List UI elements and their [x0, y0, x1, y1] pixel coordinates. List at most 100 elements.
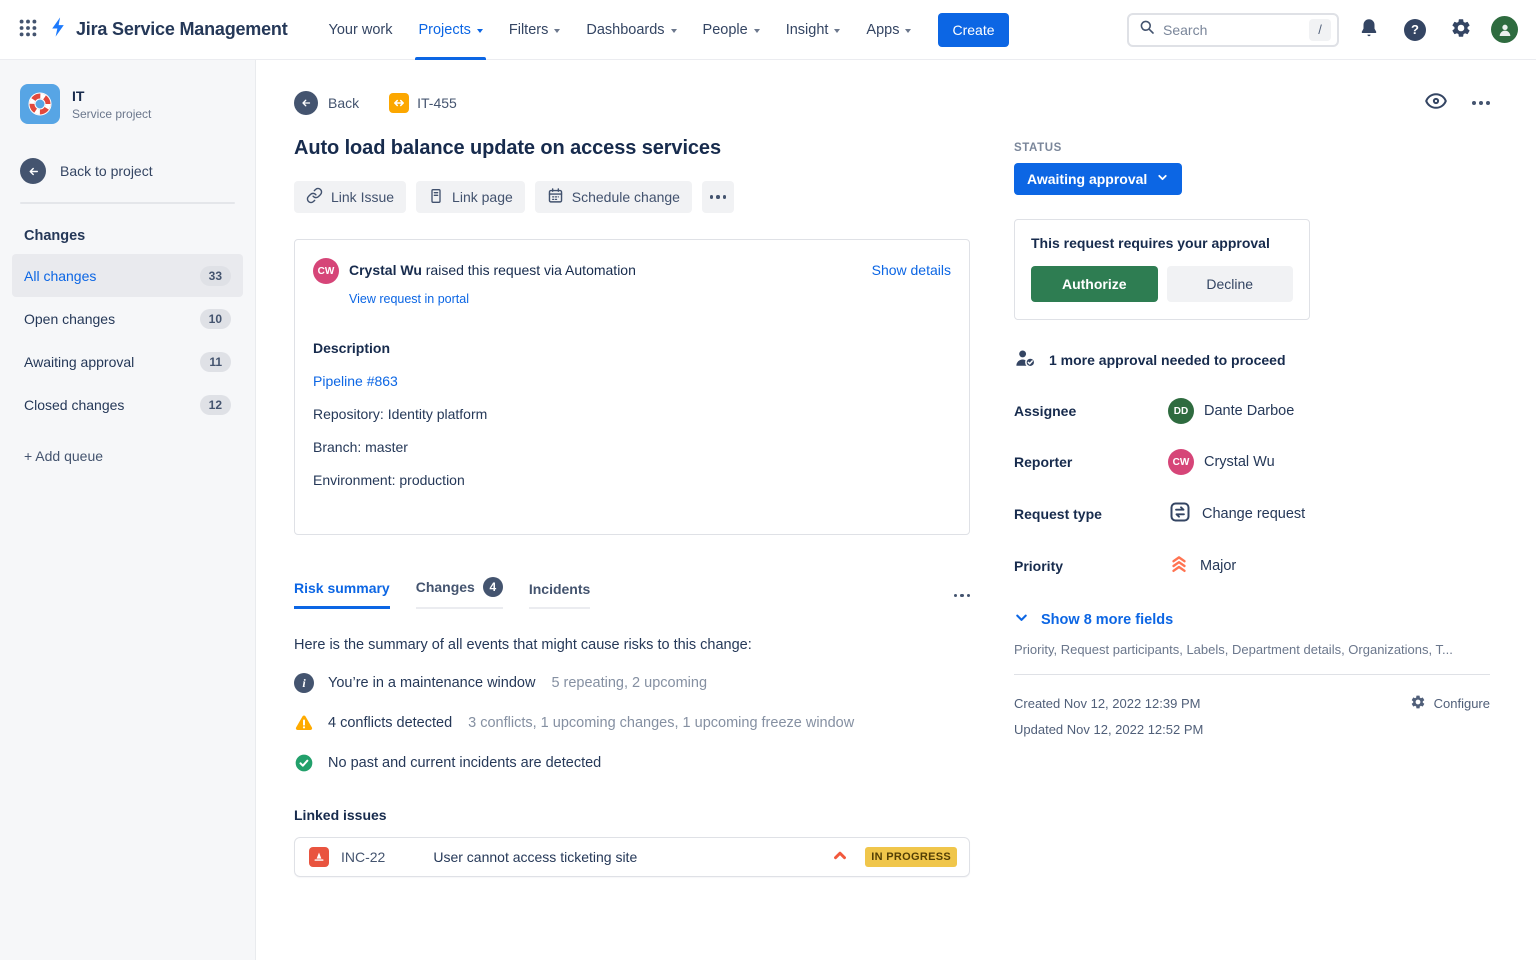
page-icon — [428, 188, 444, 207]
priority-value: Major — [1168, 553, 1236, 579]
sidebar-item-all-changes[interactable]: All changes 33 — [12, 254, 243, 297]
link-icon — [306, 187, 323, 207]
risk-item-conflicts: 4 conflicts detected 3 conflicts, 1 upco… — [294, 713, 970, 733]
global-search[interactable]: / — [1127, 13, 1339, 47]
linked-issue-key[interactable]: INC-22 — [341, 849, 385, 865]
created-timestamp: Created Nov 12, 2022 12:39 PM — [1014, 696, 1200, 711]
risk-item-incidents: No past and current incidents are detect… — [294, 753, 970, 773]
app-window: Jira Service Management Your work Projec… — [0, 0, 1536, 960]
search-icon — [1139, 19, 1155, 40]
chevron-up-icon — [831, 846, 849, 869]
nav-your-work[interactable]: Your work — [316, 0, 406, 60]
chevron-down-icon — [834, 29, 840, 33]
more-icon — [710, 195, 727, 199]
configure-button[interactable]: Configure — [1410, 694, 1490, 713]
risk-summary-intro: Here is the summary of all events that m… — [294, 637, 970, 653]
issue-actions: Link Issue Link page Schedule change — [294, 181, 970, 213]
tab-risk-summary[interactable]: Risk summary — [294, 580, 390, 609]
watch-button[interactable] — [1424, 89, 1448, 118]
link-issue-button[interactable]: Link Issue — [294, 181, 406, 213]
updated-timestamp: Updated Nov 12, 2022 12:52 PM — [1014, 722, 1490, 737]
issue-key: IT-455 — [417, 95, 457, 111]
more-icon — [1472, 101, 1490, 105]
help-icon: ? — [1404, 19, 1426, 41]
tab-changes[interactable]: Changes 4 — [416, 577, 503, 609]
avatar: CW — [1168, 449, 1194, 475]
linked-issues-title: Linked issues — [294, 807, 970, 823]
nav-filters[interactable]: Filters — [496, 0, 573, 60]
avatar: DD — [1168, 398, 1194, 424]
navbar-right: / ? — [1127, 13, 1518, 47]
description-line: Branch: master — [313, 439, 951, 455]
chevron-down-icon — [554, 29, 560, 33]
description-title: Description — [313, 340, 951, 356]
description-line: Environment: production — [313, 472, 951, 488]
back-to-project[interactable]: Back to project — [20, 158, 243, 184]
notifications-icon — [1358, 17, 1380, 42]
nav-people[interactable]: People — [690, 0, 773, 60]
queue-count-badge: 12 — [200, 395, 231, 415]
chevron-down-icon — [1014, 610, 1029, 629]
more-fields-preview: Priority, Request participants, Labels, … — [1014, 642, 1490, 657]
more-icon — [954, 594, 971, 598]
warning-icon — [294, 713, 314, 733]
status-dropdown[interactable]: Awaiting approval — [1014, 163, 1182, 195]
add-queue-button[interactable]: + Add queue — [24, 448, 103, 464]
pipeline-link[interactable]: Pipeline #863 — [313, 373, 951, 389]
approval-card: This request requires your approval Auth… — [1014, 219, 1310, 320]
authorize-button[interactable]: Authorize — [1031, 266, 1158, 302]
sidebar-item-open-changes[interactable]: Open changes 10 — [12, 297, 243, 340]
show-details-link[interactable]: Show details — [872, 258, 951, 278]
help-button[interactable]: ? — [1399, 14, 1431, 46]
linked-issue-summary[interactable]: User cannot access ticketing site — [433, 849, 637, 865]
risk-item-maintenance: i You’re in a maintenance window 5 repea… — [294, 673, 970, 693]
status-field-label: STATUS — [1014, 142, 1490, 154]
sidebar-item-awaiting-approval[interactable]: Awaiting approval 11 — [12, 340, 243, 383]
request-card: CW Crystal Wu raised this request via Au… — [294, 239, 970, 535]
reporter-name: Crystal Wu — [349, 262, 422, 278]
settings-icon — [1410, 694, 1426, 713]
assignee-value[interactable]: DD Dante Darboe — [1168, 398, 1294, 424]
chevron-down-icon — [671, 29, 677, 33]
nav-dashboards[interactable]: Dashboards — [573, 0, 689, 60]
app-switcher-button[interactable] — [12, 14, 44, 46]
notifications-button[interactable] — [1353, 14, 1385, 46]
search-input[interactable] — [1163, 22, 1301, 38]
back-circle-icon — [294, 91, 318, 115]
project-header: IT Service project — [12, 84, 243, 124]
view-request-in-portal-link[interactable]: View request in portal — [349, 292, 469, 306]
settings-button[interactable] — [1445, 14, 1477, 46]
user-avatar[interactable] — [1491, 16, 1518, 43]
tabs-more-button[interactable] — [954, 594, 971, 610]
more-actions-button[interactable] — [702, 181, 734, 213]
field-assignee: Assignee DD Dante Darboe — [1014, 398, 1490, 424]
decline-button[interactable]: Decline — [1167, 266, 1294, 302]
request-type-icon — [1168, 500, 1192, 528]
app-title: Jira Service Management — [76, 19, 288, 40]
issue-key-chip[interactable]: IT-455 — [389, 93, 457, 113]
chevron-down-icon — [905, 29, 911, 33]
nav-projects[interactable]: Projects — [405, 0, 495, 60]
link-page-button[interactable]: Link page — [416, 181, 525, 213]
show-more-fields-button[interactable]: Show 8 more fields — [1014, 610, 1490, 629]
approval-note-text: 1 more approval needed to proceed — [1049, 352, 1286, 368]
reporter-value[interactable]: CW Crystal Wu — [1168, 449, 1275, 475]
sidebar-item-closed-changes[interactable]: Closed changes 12 — [12, 383, 243, 426]
logo-bolt-icon — [48, 16, 70, 43]
tab-incidents[interactable]: Incidents — [529, 581, 590, 609]
nav-insight[interactable]: Insight — [773, 0, 854, 60]
panel-more-button[interactable] — [1472, 101, 1490, 105]
issue-main-column: Back IT-455 Auto load balance update on … — [294, 90, 970, 960]
raised-request-text: Crystal Wu raised this request via Autom… — [349, 258, 636, 278]
create-button[interactable]: Create — [938, 13, 1008, 47]
queue-count-badge: 11 — [200, 352, 231, 372]
app-logo[interactable]: Jira Service Management — [48, 16, 288, 43]
schedule-change-button[interactable]: Schedule change — [535, 181, 692, 213]
linked-issue-row[interactable]: INC-22 User cannot access ticketing site… — [294, 837, 970, 877]
sidebar-divider — [20, 202, 235, 204]
back-button[interactable]: Back — [294, 91, 359, 115]
chevron-down-icon — [477, 29, 483, 33]
info-icon: i — [294, 673, 314, 693]
description-line: Repository: Identity platform — [313, 406, 951, 422]
nav-apps[interactable]: Apps — [853, 0, 924, 60]
